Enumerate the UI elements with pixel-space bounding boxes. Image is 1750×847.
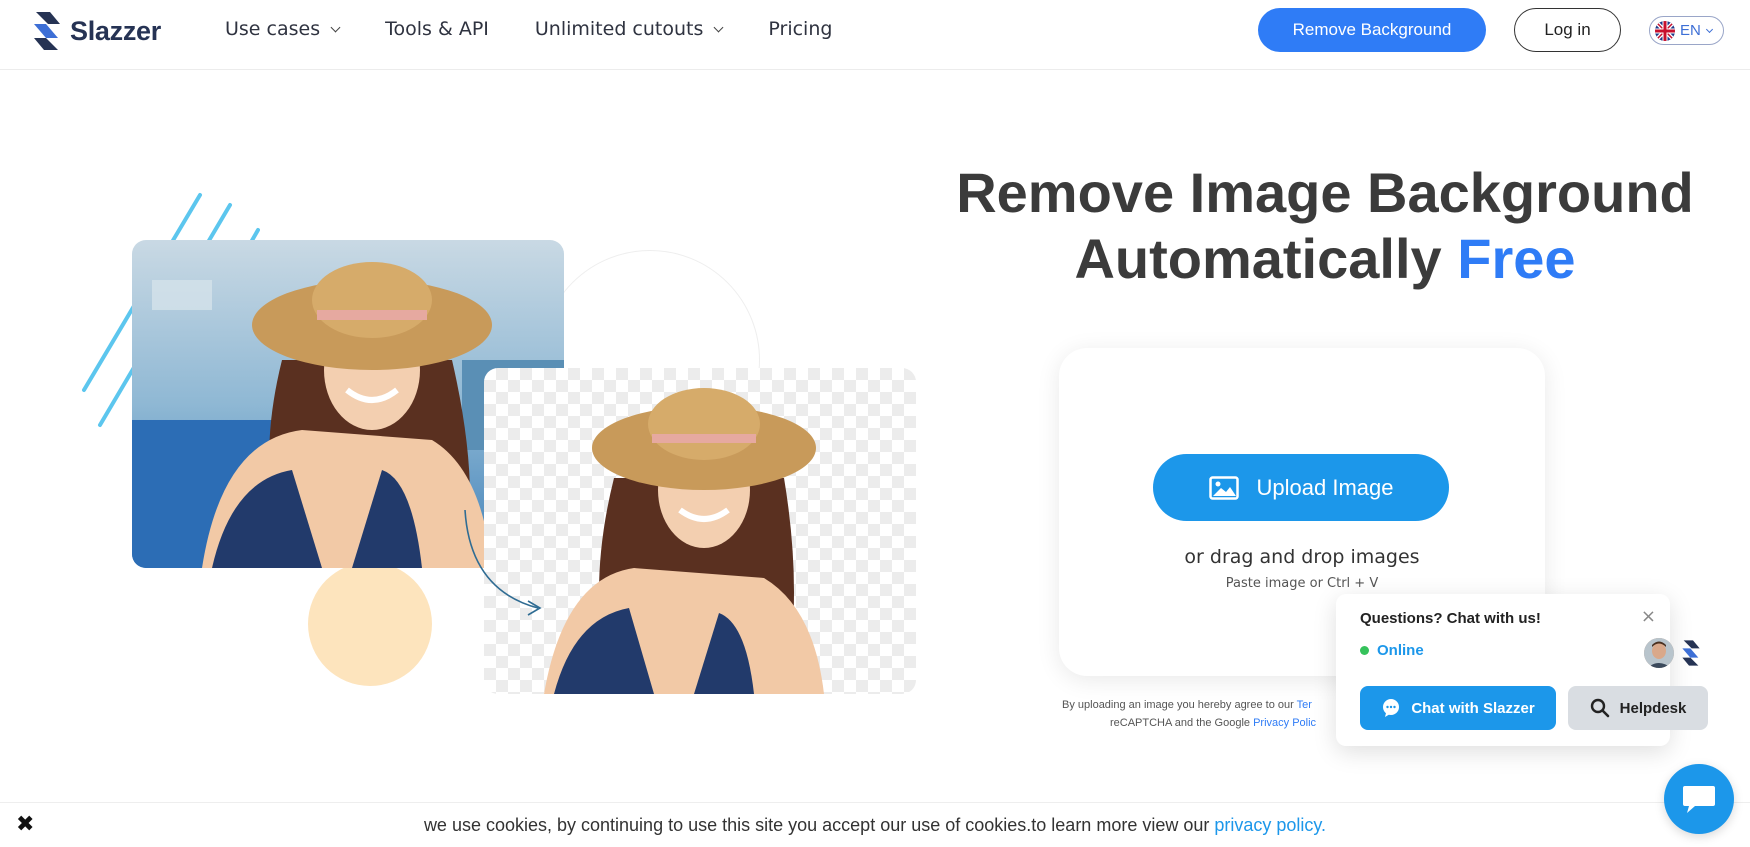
image-icon	[1208, 475, 1239, 500]
uk-flag-icon	[1655, 20, 1675, 41]
online-dot-icon	[1360, 646, 1369, 655]
cookie-text: we use cookies, by continuing to use thi…	[0, 815, 1750, 836]
hero-title-line2: Automatically Free	[900, 226, 1750, 292]
chat-widget: Questions? Chat with us! × Online Chat w…	[1336, 594, 1708, 746]
slazzer-logo-icon	[1682, 640, 1700, 666]
nav-use-cases-label: Use cases	[225, 18, 321, 40]
chevron-down-icon	[713, 22, 724, 32]
chat-title: Questions? Chat with us!	[1360, 610, 1541, 627]
hero-title-line1: Remove Image Background	[956, 161, 1694, 224]
search-icon	[1590, 698, 1609, 718]
legal-notice: By uploading an image you hereby agree t…	[1062, 696, 1342, 732]
nav-unlimited-cutouts[interactable]: Unlimited cutouts	[534, 18, 724, 40]
terms-link[interactable]: Ter	[1297, 699, 1312, 711]
privacy-policy-link[interactable]: privacy policy.	[1214, 815, 1326, 835]
hero-title: Remove Image Background Automatically Fr…	[900, 160, 1750, 292]
hero-illustration	[0, 70, 930, 730]
close-icon[interactable]: ×	[1641, 606, 1656, 627]
nav-use-cases[interactable]: Use cases	[225, 18, 341, 40]
legal-line1: By uploading an image you hereby agree t…	[1062, 696, 1342, 714]
upload-image-button[interactable]: Upload Image	[1153, 454, 1449, 521]
main-nav: Use cases Tools & API Unlimited cutouts …	[225, 18, 878, 40]
paste-hint: Paste image or Ctrl + V	[1225, 576, 1379, 591]
logo-text: Slazzer	[70, 15, 161, 46]
slazzer-logo-icon	[34, 12, 60, 50]
nav-pricing-label: Pricing	[768, 18, 833, 40]
site-header: Slazzer Use cases Tools & API Unlimited …	[0, 0, 1750, 70]
decorative-circle	[308, 562, 432, 686]
arrow-icon	[464, 510, 542, 616]
language-selector[interactable]: EN	[1649, 16, 1724, 45]
nav-unlimited-cutouts-label: Unlimited cutouts	[534, 18, 704, 40]
cookie-message: we use cookies, by continuing to use thi…	[423, 815, 1215, 835]
chat-bubble-icon	[1383, 699, 1400, 717]
upload-image-label: Upload Image	[1256, 474, 1394, 500]
nav-tools-api[interactable]: Tools & API	[385, 18, 489, 40]
agent-avatar	[1644, 638, 1674, 668]
chevron-down-icon	[330, 22, 341, 32]
helpdesk-button[interactable]: Helpdesk	[1568, 686, 1708, 730]
chevron-down-icon	[1705, 25, 1713, 33]
online-status: Online	[1360, 642, 1424, 659]
legal-line2-text: reCAPTCHA and the Google	[1110, 717, 1254, 729]
messenger-button[interactable]	[1664, 764, 1734, 834]
login-button[interactable]: Log in	[1514, 8, 1621, 52]
helpdesk-label: Helpdesk	[1619, 699, 1687, 717]
online-status-label: Online	[1377, 642, 1424, 659]
legal-line2: reCAPTCHA and the Google Privacy Polic	[1062, 714, 1342, 732]
logo[interactable]: Slazzer	[30, 10, 161, 52]
language-code: EN	[1680, 22, 1701, 39]
chat-bubble-icon	[1683, 786, 1715, 813]
nav-pricing[interactable]: Pricing	[768, 18, 832, 40]
nav-tools-api-label: Tools & API	[385, 18, 489, 40]
chat-button-label: Chat with Slazzer	[1411, 699, 1535, 717]
privacy-policy-link[interactable]: Privacy Polic	[1253, 717, 1316, 729]
hero-title-prefix: Automatically	[1074, 227, 1458, 290]
remove-background-button[interactable]: Remove Background	[1258, 8, 1486, 52]
hero-title-highlight: Free	[1457, 227, 1576, 290]
cookie-banner: ✖ we use cookies, by continuing to use t…	[0, 802, 1750, 847]
drag-drop-text: or drag and drop images	[1184, 546, 1420, 568]
legal-line1-text: By uploading an image you hereby agree t…	[1062, 699, 1297, 711]
chat-with-slazzer-button[interactable]: Chat with Slazzer	[1360, 686, 1556, 730]
